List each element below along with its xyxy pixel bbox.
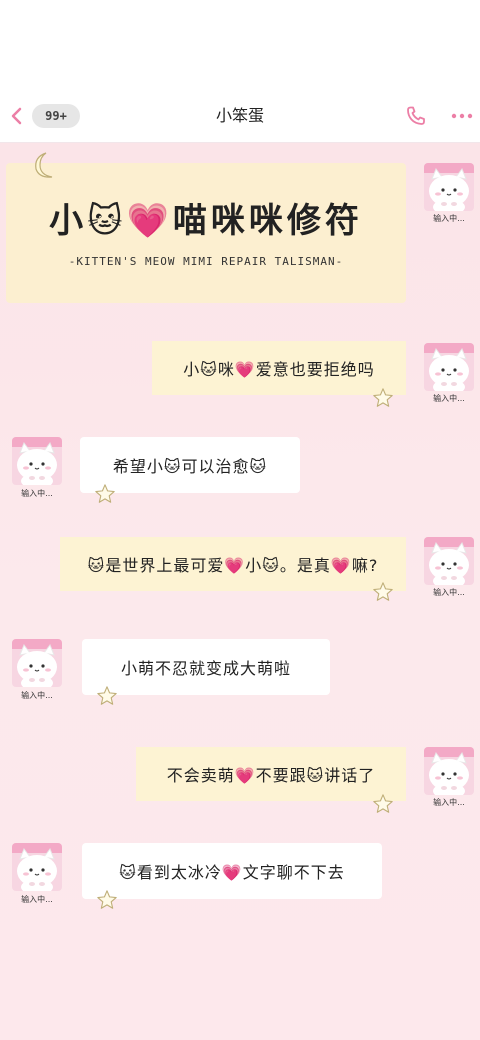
- message-text: 小萌不忍就变成大萌啦: [120, 659, 291, 678]
- star-icon: [96, 889, 118, 911]
- star-icon: [372, 387, 394, 409]
- avatar[interactable]: [424, 343, 474, 391]
- star-icon: [372, 793, 394, 815]
- card-title: 小🐱💗喵咪咪修符: [49, 201, 363, 241]
- avatar[interactable]: [12, 437, 62, 485]
- star-icon: [94, 483, 116, 505]
- message-bubble[interactable]: 🐱是世界上最可爱💗小🐱。是真💗嘛?: [60, 537, 406, 591]
- star-icon: [96, 685, 118, 707]
- avatar-caption: 输入中...: [21, 895, 53, 904]
- chevron-left-icon[interactable]: [9, 104, 25, 128]
- avatar[interactable]: [12, 639, 62, 687]
- message-bubble[interactable]: 不会卖萌💗不要跟🐱讲话了: [136, 747, 406, 801]
- crescent-moon-icon: [35, 152, 53, 178]
- message-text: 🐱是世界上最可爱💗小🐱。是真💗嘛?: [87, 556, 379, 575]
- avatar[interactable]: [424, 747, 474, 795]
- message-text: 不会卖萌💗不要跟🐱讲话了: [166, 766, 376, 785]
- title-card: 小🐱💗喵咪咪修符 -KITTEN'S MEOW MIMI REPAIR TALI…: [6, 163, 406, 303]
- message-text: 🐱看到太冰冷💗文字聊不下去: [119, 863, 345, 882]
- avatar-caption: 输入中...: [433, 588, 465, 597]
- status-area: [0, 0, 480, 92]
- avatar[interactable]: [424, 163, 474, 211]
- message-bubble[interactable]: 小🐱咪💗爱意也要拒绝吗: [152, 341, 406, 395]
- avatar-caption: 输入中...: [433, 394, 465, 403]
- unread-badge[interactable]: 99+: [32, 104, 80, 128]
- chat-header: 99+ 小笨蛋: [0, 92, 480, 143]
- card-subtitle: -KITTEN'S MEOW MIMI REPAIR TALISMAN-: [68, 255, 344, 268]
- chat-area[interactable]: 小🐱💗喵咪咪修符 -KITTEN'S MEOW MIMI REPAIR TALI…: [0, 143, 480, 1040]
- page-title: 小笨蛋: [215, 106, 264, 125]
- message-bubble[interactable]: 🐱看到太冰冷💗文字聊不下去: [82, 843, 382, 899]
- star-icon: [372, 581, 394, 603]
- message-text: 小🐱咪💗爱意也要拒绝吗: [183, 360, 375, 379]
- avatar-caption: 输入中...: [433, 214, 465, 223]
- message-bubble[interactable]: 小萌不忍就变成大萌啦: [82, 639, 330, 695]
- avatar[interactable]: [424, 537, 474, 585]
- message-text: 希望小🐱可以治愈🐱: [112, 457, 268, 476]
- more-dots-icon[interactable]: [450, 108, 474, 124]
- avatar-caption: 输入中...: [433, 798, 465, 807]
- avatar[interactable]: [12, 843, 62, 891]
- phone-icon[interactable]: [404, 104, 428, 128]
- avatar-caption: 输入中...: [21, 691, 53, 700]
- avatar-caption: 输入中...: [21, 489, 53, 498]
